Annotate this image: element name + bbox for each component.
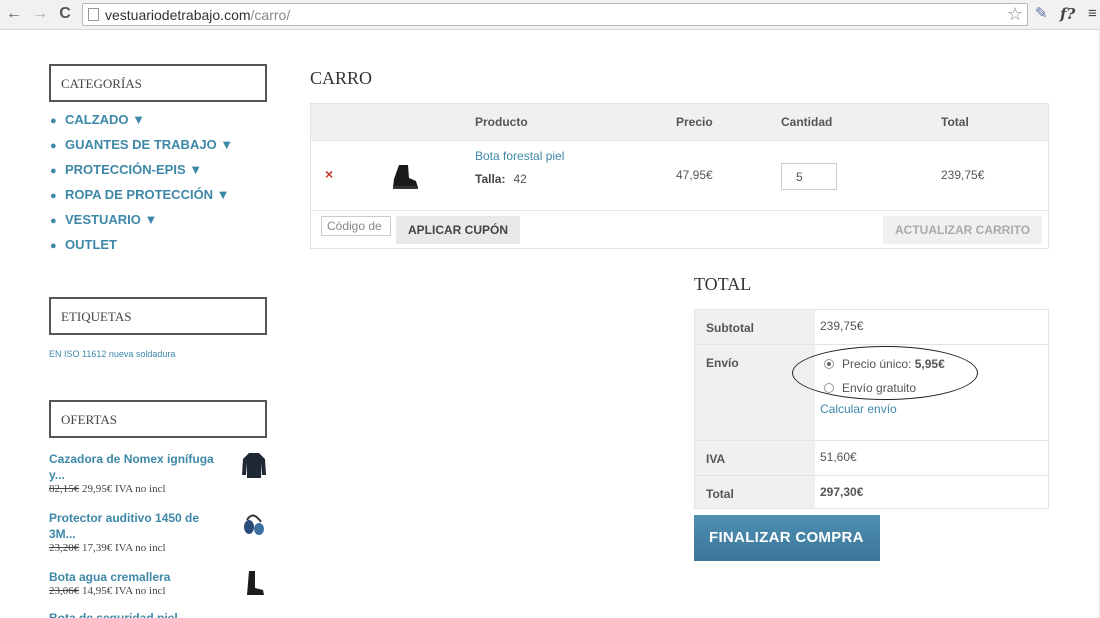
- category-item[interactable]: ● GUANTES DE TRABAJO ▼: [50, 137, 233, 162]
- header-product: Producto: [475, 115, 528, 129]
- category-item[interactable]: ● OUTLET: [50, 237, 233, 262]
- item-total: 239,75€: [941, 168, 985, 182]
- address-bar[interactable]: vestuariodetrabajo.com/carro/ ☆: [82, 3, 1028, 26]
- category-item[interactable]: ● CALZADO ▼: [50, 112, 233, 137]
- tax-value: 51,60€: [820, 450, 857, 464]
- tags-title: ETIQUETAS: [49, 297, 267, 335]
- jacket-thumbnail[interactable]: [241, 451, 267, 479]
- offer-item: Protector auditivo 1450 de 3M... 23,20€ …: [49, 510, 269, 554]
- subtotal-value: 239,75€: [820, 319, 864, 333]
- forward-icon[interactable]: →: [30, 4, 50, 24]
- offer-link[interactable]: Cazadora de Nomex ignífuga y...: [49, 451, 229, 483]
- totals-table: Subtotal 239,75€ Envío Precio único: 5,9…: [694, 309, 1049, 509]
- offer-item: Bota de seguridad piel: [49, 610, 269, 618]
- header-total: Total: [941, 115, 969, 129]
- boot-thumbnail[interactable]: [389, 162, 421, 192]
- offer-item: Bota agua cremallera 23,06€ 14,95€ IVA n…: [49, 569, 269, 597]
- category-item[interactable]: ● PROTECCIÓN-EPIS ▼: [50, 162, 233, 187]
- category-item[interactable]: ● ROPA DE PROTECCIÓN ▼: [50, 187, 233, 212]
- bookmark-star-icon[interactable]: ☆: [1007, 4, 1023, 25]
- offer-link[interactable]: Bota de seguridad piel: [49, 610, 229, 618]
- offer-link[interactable]: Protector auditivo 1450 de 3M...: [49, 510, 229, 542]
- subtotal-label: Subtotal: [706, 321, 754, 335]
- rubber-boot-thumbnail[interactable]: [241, 569, 267, 597]
- extension-icon[interactable]: f?: [1060, 4, 1075, 24]
- hand-drawn-circle-annotation: [792, 346, 978, 400]
- category-item[interactable]: ● VESTUARIO ▼: [50, 212, 233, 237]
- shipping-label: Envío: [706, 356, 739, 370]
- back-icon[interactable]: ←: [4, 4, 24, 24]
- tag-link[interactable]: EN ISO 11612 nueva soldadura: [49, 349, 175, 359]
- url-text: vestuariodetrabajo.com/carro/: [105, 7, 291, 23]
- page-title: CARRO: [310, 68, 373, 88]
- product-size: Talla: 42: [475, 172, 527, 186]
- page-icon: [88, 8, 99, 21]
- update-cart-button[interactable]: ACTUALIZAR CARRITO: [883, 216, 1043, 244]
- cart-table-header: Producto Precio Cantidad Total: [311, 104, 1048, 140]
- offers-title: OFERTAS: [49, 400, 267, 438]
- calculate-shipping-link[interactable]: Calcular envío: [820, 402, 897, 416]
- quantity-input[interactable]: 5: [781, 163, 837, 190]
- item-price: 47,95€: [676, 168, 713, 182]
- product-name-link[interactable]: Bota forestal piel: [475, 149, 564, 163]
- categories-title: CATEGORÍAS: [49, 64, 267, 102]
- coupon-input[interactable]: Código de: [321, 216, 391, 236]
- menu-icon[interactable]: ≡: [1088, 4, 1097, 24]
- eyedropper-icon[interactable]: ✎: [1035, 4, 1048, 24]
- reload-icon[interactable]: C: [55, 4, 75, 24]
- cart-table: Producto Precio Cantidad Total × Bota fo…: [310, 103, 1049, 249]
- tax-label: IVA: [706, 452, 726, 466]
- totals-title: TOTAL: [694, 274, 752, 294]
- total-value: 297,30€: [820, 485, 864, 499]
- header-quantity: Cantidad: [781, 115, 833, 129]
- total-label: Total: [706, 487, 734, 501]
- offer-item: Cazadora de Nomex ignífuga y... 82,15€ 2…: [49, 451, 269, 495]
- category-list: ● CALZADO ▼ ● GUANTES DE TRABAJO ▼ ● PROTEC…: [50, 112, 233, 262]
- header-price: Precio: [676, 115, 713, 129]
- offer-link[interactable]: Bota agua cremallera: [49, 569, 229, 585]
- apply-coupon-button[interactable]: APLICAR CUPÓN: [396, 216, 521, 244]
- remove-item-icon[interactable]: ×: [325, 166, 333, 182]
- ear-protector-thumbnail[interactable]: [241, 510, 267, 538]
- checkout-button[interactable]: FINALIZAR COMPRA: [694, 515, 880, 561]
- browser-toolbar: ← → C vestuariodetrabajo.com/carro/ ☆ ✎ …: [0, 0, 1100, 30]
